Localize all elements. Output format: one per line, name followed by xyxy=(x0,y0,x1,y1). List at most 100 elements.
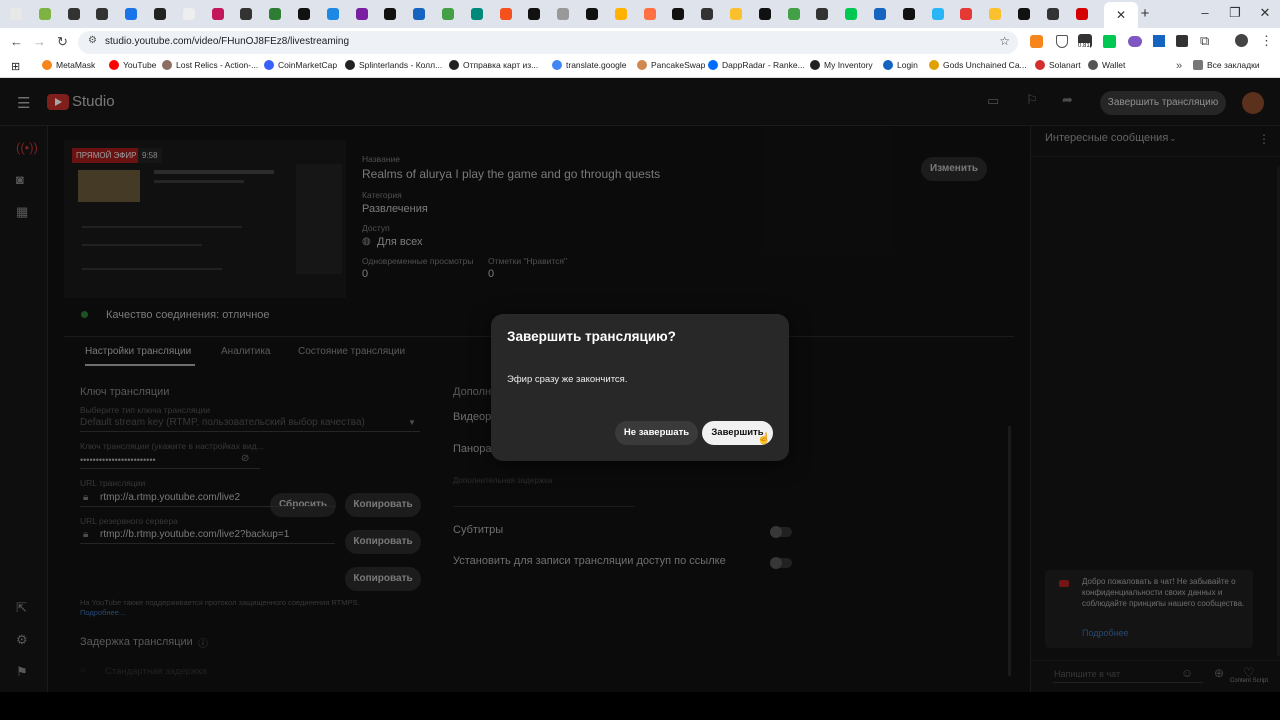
bookmark-favicon-icon xyxy=(929,60,939,70)
browser-tab[interactable] xyxy=(895,4,923,24)
bookmark-item[interactable]: DappRadar - Ranke... xyxy=(708,60,805,70)
bookmark-label: Solanart xyxy=(1049,60,1081,70)
browser-tab[interactable] xyxy=(578,4,606,24)
forward-icon[interactable]: → xyxy=(33,34,46,49)
bookmark-item[interactable]: YouTube xyxy=(109,60,156,70)
tab-favicon-icon xyxy=(701,8,714,20)
more-bookmarks-icon[interactable]: » xyxy=(1176,60,1182,72)
all-bookmarks[interactable]: Все закладки xyxy=(1193,60,1260,70)
browser-tab[interactable] xyxy=(31,4,59,24)
bookmark-favicon-icon xyxy=(1088,60,1098,70)
browser-tab[interactable] xyxy=(520,4,548,24)
browser-tab[interactable] xyxy=(232,4,260,24)
tab-favicon-icon xyxy=(758,8,771,20)
bookmark-label: DappRadar - Ranke... xyxy=(722,60,805,70)
bookmark-item[interactable]: PancakeSwap xyxy=(637,60,705,70)
browser-tab[interactable] xyxy=(981,4,1009,24)
browser-tab[interactable] xyxy=(175,4,203,24)
browser-tab[interactable] xyxy=(952,4,980,24)
browser-tab[interactable] xyxy=(204,4,232,24)
close-tab-icon[interactable]: ✕ xyxy=(1116,8,1126,22)
bookmark-item[interactable]: Wallet xyxy=(1088,60,1125,70)
blue-extension-icon[interactable] xyxy=(1153,35,1165,47)
browser-tab[interactable] xyxy=(607,4,635,24)
new-tab-button[interactable]: + xyxy=(1130,5,1160,22)
bookmark-favicon-icon xyxy=(345,60,355,70)
tab-favicon-icon xyxy=(96,8,109,20)
bookmark-item[interactable]: Login xyxy=(883,60,918,70)
browser-toolbar: ← → ↻ ⚙ studio.youtube.com/video/FHunOJ8… xyxy=(0,28,1280,56)
browser-tab[interactable] xyxy=(319,4,347,24)
extension-counter: 0.81 xyxy=(1078,43,1090,49)
extensions-puzzle-icon[interactable]: ⧉ xyxy=(1200,33,1209,49)
bookmark-label: YouTube xyxy=(123,60,157,70)
browser-tab[interactable] xyxy=(664,4,692,24)
bookmark-favicon-icon xyxy=(637,60,647,70)
bookmark-favicon-icon xyxy=(264,60,274,70)
browser-tab[interactable] xyxy=(463,4,491,24)
browser-tab[interactable] xyxy=(261,4,289,24)
browser-tab[interactable] xyxy=(693,4,721,24)
browser-tab[interactable] xyxy=(837,4,865,24)
browser-tab[interactable] xyxy=(780,4,808,24)
browser-tab[interactable] xyxy=(808,4,836,24)
bookmark-item[interactable]: Gods Unchained Ca... xyxy=(929,60,1027,70)
back-icon[interactable]: ← xyxy=(10,34,23,49)
bookmark-favicon-icon xyxy=(42,60,52,70)
browser-tab[interactable] xyxy=(492,4,520,24)
mouse-cursor-icon: ☝ xyxy=(757,433,771,445)
browser-tab[interactable] xyxy=(1010,4,1038,24)
browser-tab[interactable] xyxy=(405,4,433,24)
browser-tab[interactable] xyxy=(60,4,88,24)
browser-tab[interactable] xyxy=(636,4,664,24)
browser-tab[interactable] xyxy=(434,4,462,24)
apps-grid-icon[interactable]: ⊞ xyxy=(11,60,20,73)
bookmark-star-icon[interactable]: ☆ xyxy=(999,34,1010,48)
browser-tab[interactable] xyxy=(1068,4,1096,24)
url-text: studio.youtube.com/video/FHunOJ8FEz8/liv… xyxy=(105,36,350,47)
close-window-button[interactable]: ✕ xyxy=(1250,5,1280,21)
browser-tab[interactable] xyxy=(924,4,952,24)
tab-favicon-icon xyxy=(125,8,138,20)
browser-tab[interactable] xyxy=(88,4,116,24)
green-extension-icon[interactable] xyxy=(1103,35,1116,48)
bookmark-item[interactable]: My Inventory xyxy=(810,60,873,70)
site-info-icon[interactable]: ⚙ xyxy=(88,35,97,46)
reload-icon[interactable]: ↻ xyxy=(57,34,68,50)
browser-menu-icon[interactable]: ⋮ xyxy=(1260,33,1273,49)
browser-tab[interactable] xyxy=(290,4,318,24)
metamask-extension-icon[interactable] xyxy=(1030,35,1043,48)
browser-tab[interactable] xyxy=(549,4,577,24)
profile-icon[interactable] xyxy=(1235,34,1248,47)
browser-tab[interactable] xyxy=(146,4,174,24)
browser-tab[interactable] xyxy=(866,4,894,24)
browser-tab[interactable] xyxy=(751,4,779,24)
browser-tab[interactable] xyxy=(722,4,750,24)
tab-favicon-icon xyxy=(931,8,944,20)
browser-tab[interactable] xyxy=(376,4,404,24)
bookmark-item[interactable]: MetaMask xyxy=(42,60,95,70)
bookmark-label: MetaMask xyxy=(56,60,96,70)
minimize-button[interactable]: – xyxy=(1190,5,1220,20)
bookmark-item[interactable]: Отправка карт из... xyxy=(449,60,538,70)
browser-tab[interactable] xyxy=(117,4,145,24)
tab-favicon-icon xyxy=(989,8,1002,20)
dark-extension-icon[interactable] xyxy=(1176,35,1188,47)
shield-extension-icon[interactable] xyxy=(1056,35,1068,48)
tab-favicon-icon xyxy=(1075,8,1088,20)
maximize-button[interactable]: ❐ xyxy=(1220,5,1250,21)
browser-tab[interactable] xyxy=(348,4,376,24)
bookmark-item[interactable]: Lost Relics - Action-... xyxy=(162,60,258,70)
bookmark-item[interactable]: translate.google xyxy=(552,60,627,70)
bookmark-item[interactable]: Solanart xyxy=(1035,60,1081,70)
tab-favicon-icon xyxy=(499,8,512,20)
browser-tab[interactable] xyxy=(2,4,30,24)
bookmark-item[interactable]: CoinMarketCap xyxy=(264,60,337,70)
tab-favicon-icon xyxy=(672,8,685,20)
bookmark-label: Login xyxy=(897,60,918,70)
keep-streaming-button[interactable]: Не завершать xyxy=(615,421,698,445)
address-bar[interactable]: ⚙ studio.youtube.com/video/FHunOJ8FEz8/l… xyxy=(78,31,1018,54)
browser-tab[interactable] xyxy=(1039,4,1067,24)
bookmark-item[interactable]: Splinterlands - Колл... xyxy=(345,60,442,70)
purple-extension-icon[interactable] xyxy=(1128,36,1142,47)
